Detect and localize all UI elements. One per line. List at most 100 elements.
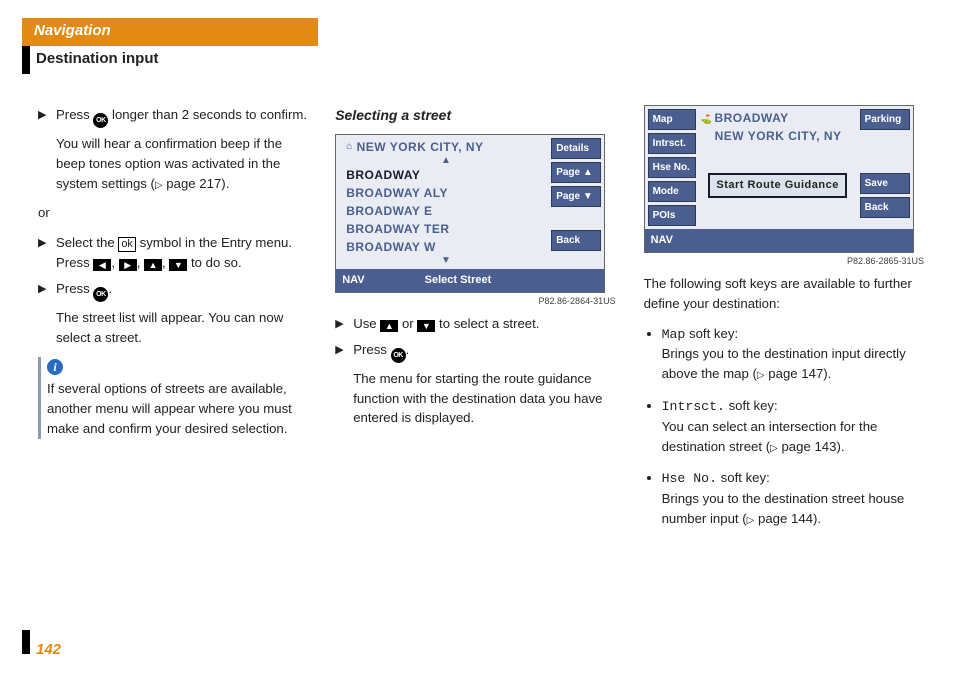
step-press-ok-2: ▶ Press OK.: [335, 340, 615, 363]
nav-footer-title: Select Street: [425, 272, 492, 289]
selecting-street-heading: Selecting a street: [335, 105, 615, 126]
figure-caption: P82.86-2864-31US: [335, 295, 615, 309]
bullet-triangle-icon: ▶: [335, 340, 353, 363]
beep-note: You will hear a confirmation beep if the…: [56, 134, 307, 193]
section-tab: Navigation: [22, 18, 318, 46]
nav-screen-select-street: NEW YORK CITY, NY ▲ BROADWAY BROADWAY AL…: [335, 134, 605, 293]
softkey-page-up: Page ▲: [551, 162, 601, 183]
text: Press: [56, 281, 93, 296]
softkey-blank: [860, 153, 910, 170]
softkey-name: Map: [662, 327, 686, 342]
page-ref-icon: [155, 176, 163, 191]
step-press-ok: ▶ Press OK.: [38, 279, 307, 302]
location-icon: [346, 140, 353, 154]
scroll-up-icon: ▲: [346, 156, 546, 166]
text: page 217).: [163, 176, 230, 191]
ok-button-icon: OK: [93, 287, 108, 302]
text: to select a street.: [435, 316, 539, 331]
bullet-triangle-icon: ▶: [335, 314, 353, 334]
softkey-item-map: Map soft key: Brings you to the destinat…: [662, 324, 924, 384]
ok-button-icon: OK: [93, 113, 108, 128]
column-3: Map Intrsct. Hse No. Mode POIs BROADWAY …: [644, 105, 924, 634]
dest-city: NEW YORK CITY, NY: [701, 127, 855, 145]
text: page 147).: [765, 366, 832, 381]
softkey-item-hse-no: Hse No. soft key: Brings you to the dest…: [662, 468, 924, 528]
softkey-pois: POIs: [648, 205, 696, 226]
text: soft key:: [725, 398, 778, 413]
page-ref-icon: [770, 439, 778, 454]
street-list-note: The street list will appear. You can now…: [56, 308, 307, 348]
info-callout: i If several options of streets are avai…: [38, 357, 307, 438]
street-list: BROADWAY BROADWAY ALY BROADWAY E BROADWA…: [346, 166, 546, 256]
info-bar: [38, 357, 41, 438]
column-2: Selecting a street NEW YORK CITY, NY ▲ B…: [335, 105, 615, 634]
side-marker-bottom: [22, 630, 30, 654]
up-arrow-key-icon: ▲: [144, 259, 162, 271]
softkey-hse-no: Hse No.: [648, 157, 696, 178]
manual-page: Navigation Destination input ▶ Press OK …: [0, 0, 954, 674]
ok-button-icon: OK: [391, 348, 406, 363]
nav-footer: NAV Select Street: [336, 269, 604, 292]
right-arrow-key-icon: ▶: [119, 259, 137, 271]
nav-footer-mode: NAV: [651, 232, 673, 249]
column-1: ▶ Press OK longer than 2 seconds to conf…: [38, 105, 307, 634]
text: Select the: [56, 235, 118, 250]
softkey-item-intrsct: Intrsct. soft key: You can select an int…: [662, 396, 924, 456]
text: to do so.: [187, 255, 241, 270]
softkey-back: Back: [860, 197, 910, 218]
city-label: NEW YORK CITY, NY: [357, 140, 484, 154]
or-text: or: [38, 203, 307, 223]
page-number: 142: [36, 641, 61, 658]
down-arrow-key-icon: ▼: [417, 320, 435, 332]
street-item: BROADWAY E: [346, 202, 546, 220]
text: page 143).: [778, 439, 845, 454]
softkey-blank: [860, 133, 910, 150]
scroll-down-icon: ▼: [346, 256, 546, 266]
softkey-intrsct: Intrsct.: [648, 133, 696, 154]
street-item: BROADWAY TER: [346, 220, 546, 238]
bullet-triangle-icon: ▶: [38, 279, 56, 302]
nav-footer: NAV: [645, 229, 913, 252]
softkey-back: Back: [551, 230, 601, 251]
dest-street: BROADWAY: [714, 111, 788, 125]
up-arrow-key-icon: ▲: [380, 320, 398, 332]
softkey-name: Intrsct.: [662, 399, 725, 414]
softkey-map: Map: [648, 109, 696, 130]
text: longer than 2 seconds to confirm.: [108, 107, 307, 122]
street-item: BROADWAY ALY: [346, 184, 546, 202]
flag-icon: [701, 109, 711, 119]
text: Use: [353, 316, 380, 331]
text: or: [398, 316, 417, 331]
softkey-name: Hse No.: [662, 471, 717, 486]
street-item: BROADWAY W: [346, 238, 546, 256]
nav-screen-start-guidance: Map Intrsct. Hse No. Mode POIs BROADWAY …: [644, 105, 914, 253]
text: page 144).: [754, 511, 821, 526]
softkey-blank: [551, 210, 601, 227]
text: soft key:: [717, 470, 770, 485]
text: .: [406, 342, 410, 357]
ok-box-icon: ok: [118, 237, 136, 252]
columns: ▶ Press OK longer than 2 seconds to conf…: [38, 105, 924, 634]
text: .: [108, 281, 112, 296]
start-route-guidance-button: Start Route Guidance: [708, 173, 846, 198]
softkeys-intro: The following soft keys are available to…: [644, 274, 924, 314]
nav-footer-mode: NAV: [342, 272, 364, 289]
bullet-triangle-icon: ▶: [38, 105, 56, 128]
text: soft key:: [685, 326, 738, 341]
street-item-selected: BROADWAY: [346, 166, 546, 184]
softkey-page-down: Page ▼: [551, 186, 601, 207]
softkey-mode: Mode: [648, 181, 696, 202]
info-icon: i: [47, 359, 63, 375]
softkey-list: Map soft key: Brings you to the destinat…: [644, 324, 924, 529]
side-marker-top: [22, 46, 30, 74]
subsection-heading: Destination input: [36, 50, 159, 67]
down-arrow-key-icon: ▼: [169, 259, 187, 271]
menu-displayed-note: The menu for starting the route guidance…: [353, 369, 615, 428]
figure-caption: P82.86-2865-31US: [644, 255, 924, 269]
softkey-parking: Parking: [860, 109, 910, 130]
softkey-save: Save: [860, 173, 910, 194]
softkey-details: Details: [551, 138, 601, 159]
step-use-arrows: ▶ Use ▲ or ▼ to select a street.: [335, 314, 615, 334]
step-press-ok-long: ▶ Press OK longer than 2 seconds to conf…: [38, 105, 307, 128]
bullet-triangle-icon: ▶: [38, 233, 56, 273]
